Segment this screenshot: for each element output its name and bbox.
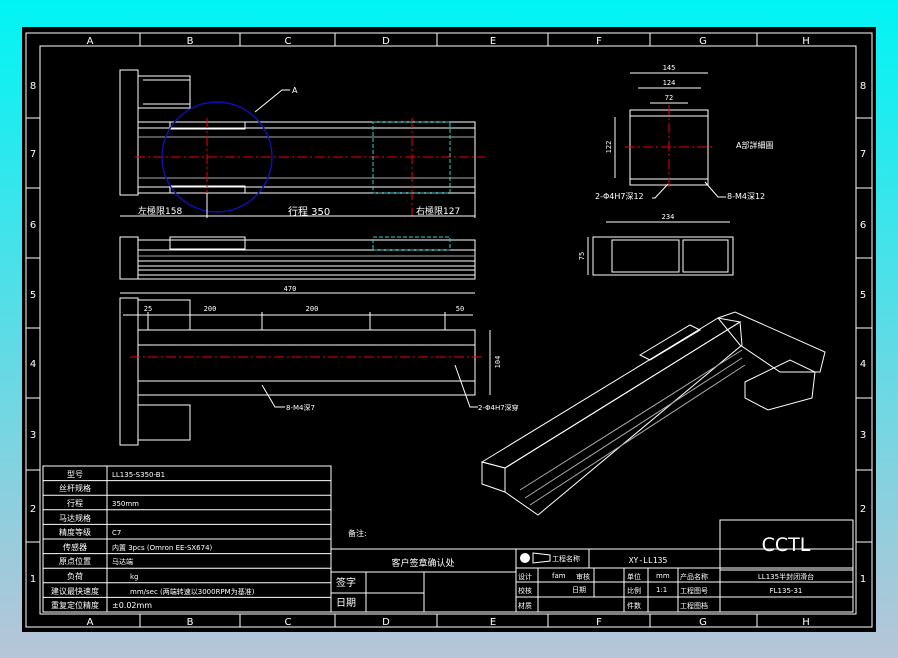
zone-row: 8 bbox=[30, 81, 36, 92]
drawing-file-label: 工程图档 bbox=[680, 601, 708, 610]
zone-col: F bbox=[596, 36, 602, 47]
dim-200-b: 200 bbox=[306, 305, 319, 313]
spec-value: kg bbox=[130, 573, 139, 581]
spec-label: 负荷 bbox=[67, 571, 83, 581]
drawing-no: FL135-31 bbox=[770, 587, 803, 595]
company-logo: CCTL bbox=[762, 534, 811, 556]
note-pin-hole: 2-Φ4H7深穿 bbox=[478, 403, 519, 412]
date-label: 日期 bbox=[336, 597, 356, 609]
zone-col: F bbox=[596, 617, 602, 628]
zone-col: H bbox=[802, 36, 810, 47]
note-detail-left: 2-Φ4H7深12 bbox=[595, 192, 644, 201]
spec-label: 型号 bbox=[67, 470, 83, 479]
material-label: 材质 bbox=[518, 601, 532, 610]
projection-symbol-icon bbox=[520, 553, 530, 563]
zone-row: 8 bbox=[860, 81, 866, 92]
zone-col: C bbox=[285, 36, 292, 47]
callout-a: A bbox=[292, 86, 298, 95]
zone-row: 6 bbox=[860, 220, 866, 231]
zone-row: 6 bbox=[30, 220, 36, 231]
zone-col: H bbox=[802, 617, 810, 628]
review-label: 审核 bbox=[576, 572, 590, 581]
zone-col: C bbox=[285, 617, 292, 628]
zone-col: A bbox=[87, 617, 94, 628]
zone-row: 4 bbox=[30, 359, 36, 370]
note-m4: 8-M4深7 bbox=[286, 403, 315, 412]
zone-col: B bbox=[187, 617, 194, 628]
detail-title: A部詳細圖 bbox=[736, 140, 773, 150]
right-limit-label: 右極限127 bbox=[416, 205, 460, 217]
zone-row: 4 bbox=[860, 359, 866, 370]
zone-row: 2 bbox=[30, 504, 36, 515]
spec-label: 传感器 bbox=[63, 542, 87, 552]
dim-72: 72 bbox=[665, 94, 673, 102]
scale-label: 比例 bbox=[627, 586, 641, 595]
dim-overall: 470 bbox=[284, 285, 297, 293]
dim-234: 234 bbox=[662, 213, 675, 221]
zone-col: E bbox=[490, 617, 496, 628]
spec-value: LL135-S350-B1 bbox=[112, 471, 165, 479]
spec-value: 350mm bbox=[112, 500, 139, 508]
spec-label: 行程 bbox=[67, 498, 83, 508]
check-label: 校核 bbox=[518, 586, 532, 595]
zone-row: 5 bbox=[860, 290, 866, 301]
zone-col: D bbox=[382, 36, 390, 47]
zone-row: 3 bbox=[30, 430, 36, 441]
spec-label: 精度等级 bbox=[59, 527, 91, 537]
unit-label: 单位 bbox=[627, 572, 641, 581]
left-limit-label: 左極限158 bbox=[138, 205, 182, 217]
stroke-label: 行程 350 bbox=[288, 205, 330, 218]
spec-value: 内置 3pcs (Omron EE-SX674) bbox=[112, 543, 213, 552]
designer: fam bbox=[552, 572, 566, 580]
remarks-label: 备注: bbox=[348, 528, 367, 538]
dim-75: 75 bbox=[578, 252, 586, 260]
spec-label: 建议最快速度 bbox=[51, 586, 99, 596]
product-name: LL135半封闭滑台 bbox=[758, 572, 814, 581]
zone-col: D bbox=[382, 617, 390, 628]
spec-value: 马达端 bbox=[112, 557, 133, 566]
zone-col: A bbox=[87, 36, 94, 47]
zone-col: B bbox=[187, 36, 194, 47]
zone-row: 7 bbox=[30, 149, 36, 160]
spec-value: mm/sec (两端转速以3000RPM为基准) bbox=[130, 587, 255, 596]
scale-value: 1:1 bbox=[656, 586, 667, 594]
spec-label: 丝杆规格 bbox=[59, 483, 91, 493]
note-detail-right: 8-M4深12 bbox=[727, 192, 765, 201]
sign-label: 签字 bbox=[336, 576, 356, 589]
dim-145: 145 bbox=[663, 64, 676, 72]
dim-50: 50 bbox=[456, 305, 464, 313]
spec-label: 原点位置 bbox=[59, 556, 91, 566]
zone-row: 1 bbox=[30, 574, 36, 585]
project-name-label: 工程名称 bbox=[552, 554, 580, 563]
customer-title: 客户签章确认处 bbox=[391, 557, 454, 569]
project-name: XY-LL135 bbox=[629, 556, 668, 565]
date-label-tb: 日期 bbox=[572, 586, 586, 594]
dim-104: 104 bbox=[494, 356, 502, 369]
dim-122: 122 bbox=[605, 141, 613, 154]
zone-row: 1 bbox=[860, 574, 866, 585]
qty-label: 件数 bbox=[627, 601, 641, 610]
spec-label: 重复定位精度 bbox=[51, 600, 99, 610]
zone-row: 2 bbox=[860, 504, 866, 515]
zone-row: 5 bbox=[30, 290, 36, 301]
zone-col: G bbox=[699, 36, 707, 47]
spec-value: C7 bbox=[112, 529, 121, 537]
zone-col: E bbox=[490, 36, 496, 47]
design-label: 设计 bbox=[518, 572, 532, 581]
zone-row: 3 bbox=[860, 430, 866, 441]
unit-value: mm bbox=[656, 572, 670, 580]
spec-value: ±0.02mm bbox=[112, 601, 152, 610]
cad-drawing-canvas[interactable]: A B C D E F G H A B C D E F G H 8 7 6 5 … bbox=[0, 0, 898, 658]
dim-200-a: 200 bbox=[204, 305, 217, 313]
zone-col: G bbox=[699, 617, 707, 628]
spec-label: 马达规格 bbox=[59, 513, 91, 523]
zone-row: 7 bbox=[860, 149, 866, 160]
dim-124: 124 bbox=[663, 79, 676, 87]
dim-25: 25 bbox=[144, 305, 152, 313]
product-label: 产品名称 bbox=[680, 572, 708, 581]
drawing-no-label: 工程图号 bbox=[680, 586, 708, 595]
